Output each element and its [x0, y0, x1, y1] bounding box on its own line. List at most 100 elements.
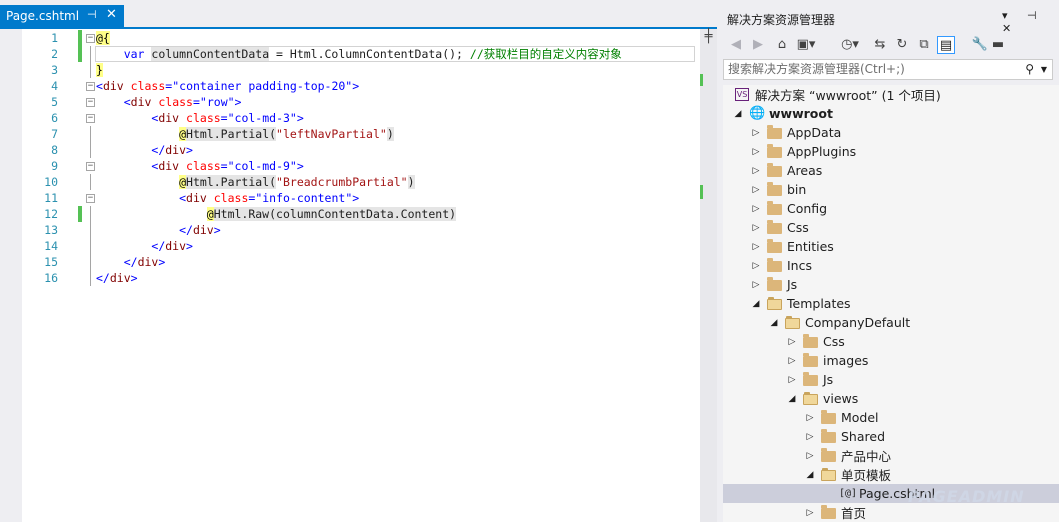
- tree-item[interactable]: ▷ Js: [723, 275, 1059, 294]
- show-all-files-icon[interactable]: ▤: [937, 36, 955, 54]
- collapse-icon[interactable]: −: [86, 98, 95, 107]
- tree-item[interactable]: ▷ Css: [723, 332, 1059, 351]
- code-line[interactable]: 15 </div>: [0, 254, 700, 270]
- home-icon[interactable]: ⌂: [773, 36, 791, 54]
- tree-item[interactable]: ▷ Js: [723, 370, 1059, 389]
- collapsed-arrow-icon[interactable]: ▷: [805, 451, 815, 461]
- code-text: <div class="row">: [96, 94, 242, 110]
- code-line[interactable]: 11 − <div class="info-content">: [0, 190, 700, 206]
- code-line[interactable]: 7 @Html.Partial("leftNavPartial"): [0, 126, 700, 142]
- refresh-icon[interactable]: ↻: [893, 36, 911, 54]
- tree-item[interactable]: ◢ 单页模板: [723, 465, 1059, 484]
- collapsed-arrow-icon[interactable]: ▷: [751, 204, 761, 214]
- collapse-icon[interactable]: −: [86, 194, 95, 203]
- collapsed-arrow-icon[interactable]: ▷: [751, 147, 761, 157]
- collapsed-arrow-icon[interactable]: ▷: [805, 413, 815, 423]
- tree-item[interactable]: ▷ Incs: [723, 256, 1059, 275]
- expanded-arrow-icon[interactable]: ◢: [733, 109, 743, 119]
- tree-item[interactable]: VS 解决方案 “wwwroot” (1 个项目): [723, 85, 1059, 104]
- code-token: "BreadcrumbPartial": [276, 175, 408, 189]
- line-number: 16: [44, 271, 58, 285]
- search-options-icon[interactable]: ▼: [1041, 60, 1047, 79]
- collapse-icon[interactable]: −: [86, 162, 95, 171]
- tree-item[interactable]: ◢ CompanyDefault: [723, 313, 1059, 332]
- code-line[interactable]: 16 </div>: [0, 270, 700, 286]
- collapse-icon[interactable]: −: [86, 34, 95, 43]
- code-line[interactable]: 13 </div>: [0, 222, 700, 238]
- expanded-arrow-icon[interactable]: ◢: [751, 299, 761, 309]
- code-line[interactable]: 14 </div>: [0, 238, 700, 254]
- collapsed-arrow-icon[interactable]: ▷: [751, 242, 761, 252]
- code-line[interactable]: 12 @Html.Raw(columnContentData.Content): [0, 206, 700, 222]
- tree-item[interactable]: ◢ views: [723, 389, 1059, 408]
- collapsed-arrow-icon[interactable]: ▷: [787, 356, 797, 366]
- tree-item[interactable]: ▷ Model: [723, 408, 1059, 427]
- split-window-icon[interactable]: ╪: [700, 29, 717, 46]
- sync-icon[interactable]: ⇆: [871, 36, 889, 54]
- code-token: div: [158, 111, 180, 125]
- code-line[interactable]: 9 − <div class="col-md-9">: [0, 158, 700, 174]
- collapse-all-icon[interactable]: ⧉: [915, 36, 933, 54]
- collapsed-arrow-icon[interactable]: ▷: [751, 261, 761, 271]
- collapsed-arrow-icon[interactable]: ▷: [751, 185, 761, 195]
- code-token: @: [179, 175, 187, 189]
- code-line[interactable]: 4 − <div class="container padding-top-20">: [0, 78, 700, 94]
- code-line[interactable]: 1 − @{: [0, 30, 700, 46]
- tree-item[interactable]: ▷ Config: [723, 199, 1059, 218]
- vertical-scrollbar[interactable]: [700, 29, 717, 522]
- forward-icon[interactable]: ▶: [749, 36, 767, 54]
- preview-icon[interactable]: ▬: [989, 36, 1007, 54]
- collapsed-arrow-icon[interactable]: ▷: [751, 128, 761, 138]
- tree-item[interactable]: ▷ Areas: [723, 161, 1059, 180]
- outline-guide: [90, 126, 91, 142]
- tree-item-label: Js: [787, 277, 798, 292]
- back-icon[interactable]: ◀: [727, 36, 745, 54]
- search-icon[interactable]: ⚲: [1025, 60, 1034, 79]
- collapsed-arrow-icon[interactable]: ▷: [787, 375, 797, 385]
- solution-switch-icon[interactable]: ▣▾: [793, 36, 819, 54]
- code-token: }: [96, 63, 103, 77]
- collapsed-arrow-icon[interactable]: ▷: [751, 166, 761, 176]
- tab-page-cshtml[interactable]: Page.cshtml ⊣ ✕: [0, 5, 124, 27]
- expanded-arrow-icon[interactable]: ◢: [805, 470, 815, 480]
- tree-item[interactable]: ▷ bin: [723, 180, 1059, 199]
- pin-icon[interactable]: ⊣: [87, 8, 97, 21]
- tree-item[interactable]: ◢ Templates: [723, 294, 1059, 313]
- search-input[interactable]: 搜索解决方案资源管理器(Ctrl+;) ⚲ ▼: [723, 59, 1053, 80]
- collapsed-arrow-icon[interactable]: ▷: [805, 508, 815, 518]
- collapsed-arrow-icon[interactable]: ▷: [751, 280, 761, 290]
- change-marker: [78, 206, 82, 222]
- tree-item[interactable]: ▷ AppPlugins: [723, 142, 1059, 161]
- collapse-icon[interactable]: −: [86, 82, 95, 91]
- close-icon[interactable]: ✕: [106, 7, 117, 22]
- code-text: </div>: [96, 238, 193, 254]
- collapse-icon[interactable]: −: [86, 114, 95, 123]
- collapsed-arrow-icon[interactable]: ▷: [787, 337, 797, 347]
- pending-changes-icon[interactable]: ◷▾: [837, 36, 863, 54]
- code-line[interactable]: 10 @Html.Partial("BreadcrumbPartial"): [0, 174, 700, 190]
- tree-item[interactable]: ▷ AppData: [723, 123, 1059, 142]
- tree-item[interactable]: ▷ Shared: [723, 427, 1059, 446]
- code-line[interactable]: 3}: [0, 62, 700, 78]
- code-line[interactable]: 2 var columnContentData = Html.ColumnCon…: [0, 46, 700, 62]
- tree-item[interactable]: ▷ 产品中心: [723, 446, 1059, 465]
- tree-item[interactable]: ◢ 🌐 wwwroot: [723, 104, 1059, 123]
- code-area[interactable]: 1− @{2 var columnContentData = Html.Colum…: [0, 29, 717, 522]
- code-line[interactable]: 8 </div>: [0, 142, 700, 158]
- code-token: <: [123, 95, 131, 109]
- code-token: "col-md-3": [227, 111, 297, 125]
- collapsed-arrow-icon[interactable]: ▷: [751, 223, 761, 233]
- code-line[interactable]: 5 − <div class="row">: [0, 94, 700, 110]
- tree-item[interactable]: ▷ images: [723, 351, 1059, 370]
- code-line[interactable]: 6 − <div class="col-md-3">: [0, 110, 700, 126]
- tree-item[interactable]: ▷ Entities: [723, 237, 1059, 256]
- tree-item[interactable]: ▷ Css: [723, 218, 1059, 237]
- code-token: =: [192, 95, 200, 109]
- expanded-arrow-icon[interactable]: ◢: [787, 394, 797, 404]
- expanded-arrow-icon[interactable]: ◢: [769, 318, 779, 328]
- collapsed-arrow-icon[interactable]: ▷: [805, 432, 815, 442]
